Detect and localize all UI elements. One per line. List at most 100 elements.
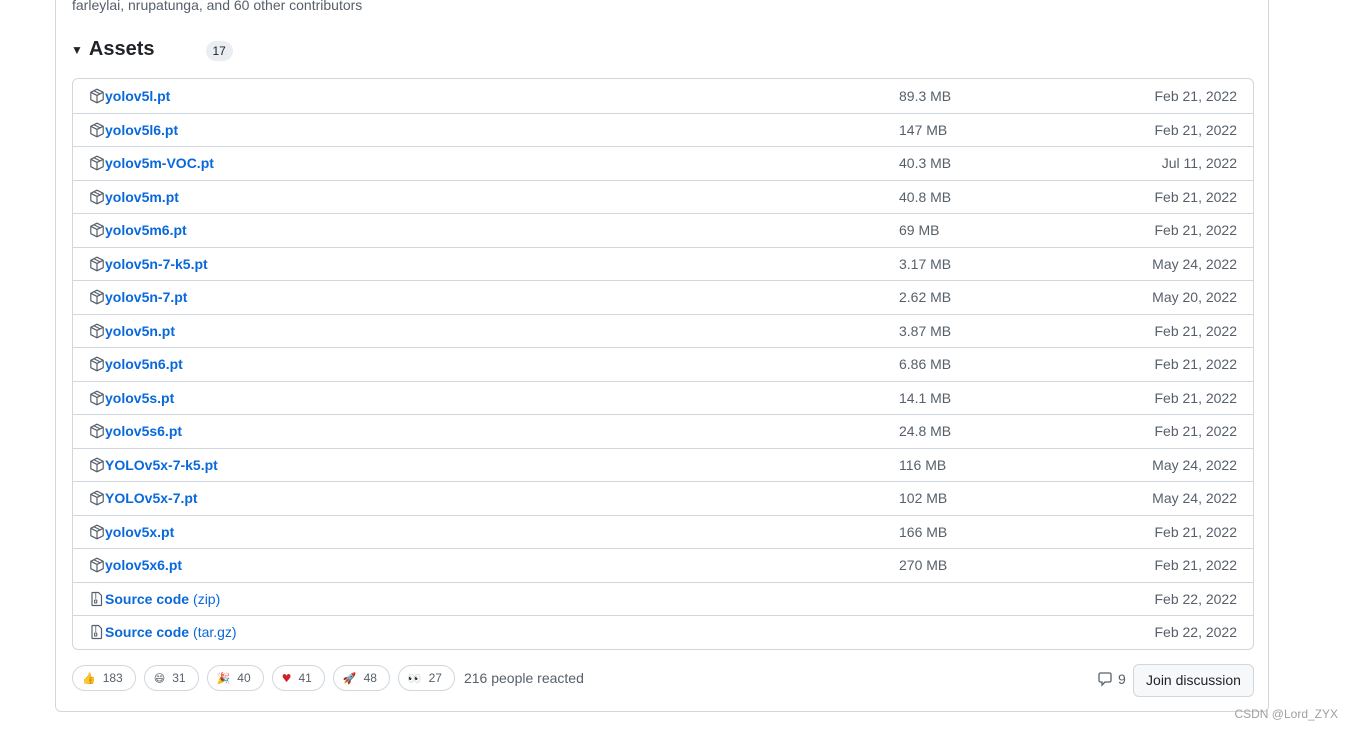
assets-title: Assets	[88, 37, 155, 60]
asset-size: 147 MB	[899, 121, 948, 138]
reaction-button[interactable]: 🚀 48	[332, 665, 390, 691]
asset-link[interactable]: yolov5m6.pt	[105, 222, 187, 238]
asset-link[interactable]: Source code (zip)	[105, 591, 220, 607]
asset-size: 166 MB	[899, 523, 948, 540]
reaction-button[interactable]: 👀 27	[397, 665, 455, 691]
asset-row: yolov5m6.pt 69 MB Feb 21, 2022	[73, 213, 1253, 247]
asset-link[interactable]: yolov5l.pt	[105, 88, 170, 104]
asset-date: May 24, 2022	[1152, 255, 1237, 272]
asset-row: yolov5l.pt 89.3 MB Feb 21, 2022	[73, 79, 1253, 113]
contributors-text: farleylai, nrupatunga, and 60 other cont…	[72, 0, 363, 13]
asset-date: Feb 21, 2022	[1154, 356, 1237, 373]
asset-name: yolov5n.pt	[105, 322, 176, 339]
assets-list: yolov5l.pt 89.3 MB Feb 21, 2022 yolov5l6.pt…	[72, 78, 1254, 650]
asset-name: Source code	[105, 590, 190, 607]
asset-link[interactable]: YOLOv5x-7.pt	[105, 490, 198, 506]
asset-date: May 20, 2022	[1152, 289, 1237, 306]
reaction-button[interactable]: 😄 31	[143, 665, 199, 691]
asset-name: yolov5s.pt	[105, 389, 175, 406]
asset-link[interactable]: yolov5n.pt	[105, 323, 175, 339]
asset-row: YOLOv5x-7-k5.pt 116 MB May 24, 2022	[73, 447, 1253, 482]
asset-format: (zip)	[193, 590, 221, 607]
asset-size: 2.62 MB	[899, 289, 952, 306]
asset-size: 14.1 MB	[899, 389, 952, 406]
asset-link[interactable]: yolov5s6.pt	[105, 423, 182, 439]
asset-link[interactable]: yolov5x.pt	[105, 524, 174, 540]
asset-size: 40.8 MB	[899, 188, 952, 205]
reaction-button[interactable]: ♥ 41	[271, 665, 325, 691]
package-icon	[89, 524, 105, 540]
asset-name: yolov5s6.pt	[105, 423, 183, 440]
asset-date: Feb 21, 2022	[1154, 423, 1237, 440]
asset-name: yolov5x6.pt	[105, 557, 183, 574]
asset-size: 6.86 MB	[899, 356, 952, 373]
asset-row: Source code (tar.gz) Feb 22, 2022	[73, 615, 1253, 649]
asset-link[interactable]: Source code (tar.gz)	[105, 624, 237, 640]
asset-row: yolov5n-7-k5.pt 3.17 MB May 24, 2022	[73, 246, 1253, 281]
asset-link[interactable]: yolov5l6.pt	[105, 122, 178, 138]
asset-row: yolov5s.pt 14.1 MB Feb 21, 2022	[73, 380, 1253, 415]
hooray-icon: 🎉	[216, 671, 231, 685]
asset-date: Feb 21, 2022	[1154, 322, 1237, 339]
reaction-button[interactable]: 👍 183	[72, 665, 136, 691]
asset-date: Feb 21, 2022	[1154, 188, 1237, 205]
laugh-icon: 😄	[153, 671, 166, 685]
asset-link[interactable]: YOLOv5x-7-k5.pt	[105, 457, 218, 473]
asset-format: (tar.gz)	[193, 624, 237, 641]
asset-date: May 24, 2022	[1152, 456, 1237, 473]
asset-size: 69 MB	[899, 222, 940, 239]
asset-size: 102 MB	[899, 490, 948, 507]
asset-name: yolov5n-7.pt	[105, 289, 188, 306]
asset-row: YOLOv5x-7.pt 102 MB May 24, 2022	[73, 481, 1253, 515]
comments-link[interactable]: 9	[1097, 671, 1126, 687]
eyes-icon: 👀	[407, 671, 422, 685]
asset-link[interactable]: yolov5n6.pt	[105, 356, 183, 372]
asset-row: yolov5s6.pt 24.8 MB Feb 21, 2022	[73, 414, 1253, 448]
package-icon	[89, 356, 105, 372]
asset-date: Feb 21, 2022	[1154, 87, 1237, 104]
asset-row: yolov5l6.pt 147 MB Feb 21, 2022	[73, 112, 1253, 147]
asset-name: yolov5n6.pt	[105, 356, 183, 373]
asset-name: yolov5x.pt	[105, 523, 175, 540]
package-icon	[89, 490, 105, 506]
asset-link[interactable]: yolov5n-7.pt	[105, 289, 187, 305]
asset-name: YOLOv5x-7.pt	[105, 490, 198, 507]
asset-name: YOLOv5x-7-k5.pt	[105, 456, 218, 473]
package-icon	[89, 155, 105, 171]
package-icon	[89, 256, 105, 272]
reaction-button[interactable]: 🎉 40	[206, 665, 264, 691]
join-discussion-button[interactable]: Join discussion	[1133, 664, 1254, 697]
asset-link[interactable]: yolov5m.pt	[105, 189, 179, 205]
asset-link[interactable]: yolov5n-7-k5.pt	[105, 256, 208, 272]
asset-size: 3.87 MB	[899, 322, 952, 339]
asset-name: yolov5l.pt	[105, 87, 171, 104]
reaction-count: 183	[102, 671, 123, 685]
heart-icon: ♥	[281, 671, 292, 685]
asset-size: 40.3 MB	[899, 155, 952, 172]
asset-link[interactable]: yolov5m-VOC.pt	[105, 155, 214, 171]
asset-row: yolov5n6.pt 6.86 MB Feb 21, 2022	[73, 347, 1253, 381]
assets-count-badge: 17	[205, 40, 233, 61]
asset-date: Feb 22, 2022	[1154, 624, 1237, 641]
package-icon	[89, 122, 105, 138]
asset-row: yolov5n.pt 3.87 MB Feb 21, 2022	[73, 313, 1253, 348]
asset-size: 116 MB	[899, 456, 947, 473]
watermark: CSDN @Lord_ZYX	[1234, 707, 1338, 721]
package-icon	[89, 289, 105, 305]
asset-date: May 24, 2022	[1152, 490, 1237, 507]
package-icon	[89, 323, 105, 339]
reaction-count: 40	[237, 671, 251, 685]
asset-row: yolov5m.pt 40.8 MB Feb 21, 2022	[73, 179, 1253, 214]
package-icon	[89, 222, 105, 238]
asset-link[interactable]: yolov5s.pt	[105, 390, 174, 406]
file-zip-icon	[89, 624, 105, 640]
asset-size: 3.17 MB	[899, 255, 952, 272]
asset-date: Feb 21, 2022	[1154, 523, 1237, 540]
asset-size: 24.8 MB	[899, 423, 952, 440]
package-icon	[89, 390, 105, 406]
asset-link[interactable]: yolov5x6.pt	[105, 557, 182, 573]
assets-summary-toggle[interactable]: ▼ Assets 17	[71, 35, 233, 63]
asset-date: Feb 21, 2022	[1154, 389, 1237, 406]
asset-row: yolov5m-VOC.pt 40.3 MB Jul 11, 2022	[73, 146, 1253, 180]
file-zip-icon	[89, 591, 105, 607]
